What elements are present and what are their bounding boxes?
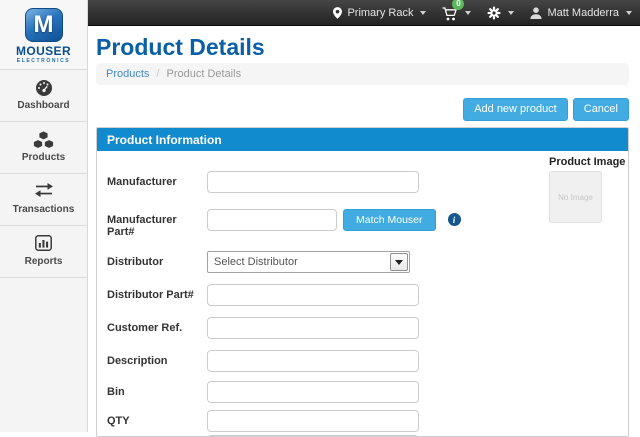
page-title: Product Details xyxy=(96,34,640,60)
logo-name: MOUSER xyxy=(0,44,87,58)
cart-icon: 0 xyxy=(442,5,458,21)
customer-ref-label: Customer Ref. xyxy=(107,317,207,334)
breadcrumb: Products / Product Details xyxy=(96,63,629,85)
logo-subtitle: ELECTRONICS xyxy=(0,58,87,64)
qty-input[interactable] xyxy=(207,410,419,432)
sidebar-item-label: Reports xyxy=(0,256,87,267)
sidebar: M MOUSER ELECTRONICS Dashboard xyxy=(0,0,88,432)
rack-selector-label: Primary Rack xyxy=(347,7,413,19)
manufacturer-label: Manufacturer xyxy=(107,171,207,188)
select-dropdown-arrow-icon xyxy=(390,253,408,271)
mouser-logo-mark: M xyxy=(25,8,63,42)
manufacturer-part-input[interactable] xyxy=(207,209,337,231)
main-content: Product Details Products / Product Detai… xyxy=(88,26,640,432)
topbar: Primary Rack 0 xyxy=(88,0,640,26)
dashboard-gauge-icon xyxy=(0,79,87,97)
cubes-icon xyxy=(0,131,87,149)
form-row-manufacturer: Manufacturer xyxy=(107,171,618,193)
form-row-manufacturer-part: Manufacturer Part# Match Mouser xyxy=(107,209,618,238)
cart-count-badge: 0 xyxy=(452,0,464,10)
product-image-label: Product Image xyxy=(549,156,603,168)
panel-body: Manufacturer Manufacturer Part# Match Mo… xyxy=(97,151,628,437)
sidebar-item-transactions[interactable]: Transactions xyxy=(0,173,87,225)
chevron-down-icon xyxy=(508,11,514,15)
product-image-placeholder: No Image xyxy=(549,171,602,223)
user-menu[interactable]: Matt Madderra xyxy=(530,7,632,19)
panel-header: Product Information xyxy=(97,128,628,151)
distributor-part-input[interactable] xyxy=(207,284,419,306)
product-image-section: Product Image No Image xyxy=(549,156,603,223)
cart-menu[interactable]: 0 xyxy=(442,5,471,21)
manufacturer-input[interactable] xyxy=(207,171,419,193)
transfer-arrows-icon xyxy=(0,183,87,201)
bar-chart-icon xyxy=(0,235,87,253)
customer-ref-input[interactable] xyxy=(207,317,419,339)
gear-icon xyxy=(487,6,501,20)
settings-menu[interactable] xyxy=(487,6,514,20)
form-row-distributor-part: Distributor Part# xyxy=(107,284,618,306)
chevron-down-icon xyxy=(465,11,471,15)
sidebar-item-reports[interactable]: Reports xyxy=(0,225,87,277)
no-image-text: No Image xyxy=(558,193,593,202)
chevron-down-icon xyxy=(626,11,632,15)
breadcrumb-separator: / xyxy=(156,68,159,80)
sidebar-item-label: Transactions xyxy=(0,204,87,215)
form-row-bin: Bin xyxy=(107,381,618,403)
bin-input[interactable] xyxy=(207,381,419,403)
form-row-distributor: Distributor Select Distributor xyxy=(107,251,618,273)
description-input[interactable] xyxy=(207,350,419,372)
breadcrumb-current: Product Details xyxy=(166,68,241,80)
distributor-part-label: Distributor Part# xyxy=(107,284,207,301)
distributor-selected-option: Select Distributor xyxy=(214,256,298,268)
page-actions: Add new product Cancel xyxy=(96,98,629,121)
logo-letter: M xyxy=(34,11,54,39)
match-mouser-button[interactable]: Match Mouser xyxy=(343,209,436,231)
form-row-description: Description xyxy=(107,350,618,372)
mouser-logo[interactable]: M MOUSER ELECTRONICS xyxy=(0,0,87,69)
cancel-button[interactable]: Cancel xyxy=(573,98,629,121)
info-icon[interactable] xyxy=(448,213,461,226)
sidebar-item-label: Dashboard xyxy=(0,100,87,111)
manufacturer-part-label: Manufacturer Part# xyxy=(107,209,207,238)
chevron-down-icon xyxy=(420,11,426,15)
sidebar-item-products[interactable]: Products xyxy=(0,121,87,173)
form-row-customer-ref: Customer Ref. xyxy=(107,317,618,339)
sidebar-divider xyxy=(0,277,87,278)
description-label: Description xyxy=(107,350,207,367)
user-name: Matt Madderra xyxy=(547,7,619,19)
distributor-select[interactable]: Select Distributor xyxy=(207,251,410,273)
product-form: Manufacturer Manufacturer Part# Match Mo… xyxy=(107,171,618,437)
distributor-label: Distributor xyxy=(107,251,207,268)
location-pin-icon xyxy=(333,7,342,19)
qty-label: QTY xyxy=(107,410,207,427)
sidebar-item-dashboard[interactable]: Dashboard xyxy=(0,69,87,121)
bin-label: Bin xyxy=(107,381,207,398)
user-icon xyxy=(530,7,542,19)
rack-selector[interactable]: Primary Rack xyxy=(333,7,426,19)
sidebar-item-label: Products xyxy=(0,152,87,163)
form-row-qty: QTY xyxy=(107,410,618,432)
breadcrumb-link-products[interactable]: Products xyxy=(106,68,149,80)
add-new-product-button[interactable]: Add new product xyxy=(463,98,568,121)
product-information-panel: Product Information Manufacturer Manufac… xyxy=(96,127,629,437)
